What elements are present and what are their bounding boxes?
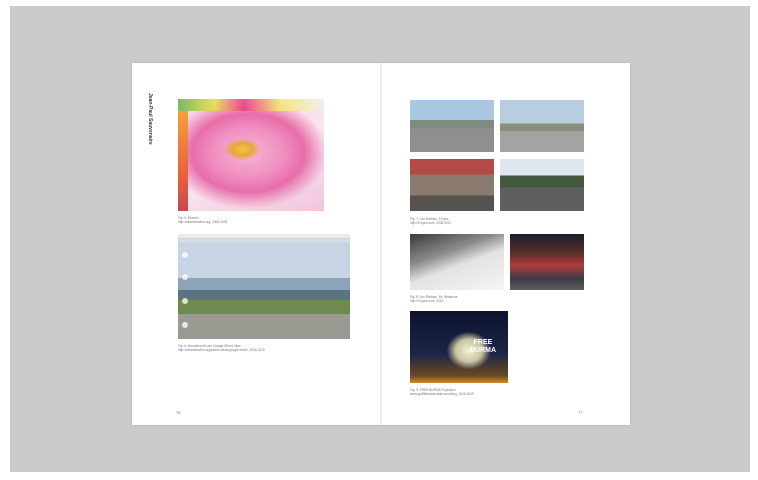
night-projection-photo: FREE BURMA xyxy=(410,311,508,383)
caption-line: http://9-eyes.com, 2010 xyxy=(410,299,444,303)
zoom-control-icon xyxy=(182,274,188,280)
zoom-control-icon xyxy=(182,322,188,328)
book-spread: Jean-Paul Sauvenaire Fig. 5: Blumen http… xyxy=(132,63,630,425)
caption-line: http://streetviewfun.org/street-views/go… xyxy=(178,348,265,352)
projection-text: FREE BURMA xyxy=(469,339,497,354)
running-head: Jean-Paul Sauvenaire xyxy=(147,93,153,145)
figure-caption: Fig. 5: Blumen http://streetviewfun.org,… xyxy=(178,216,227,224)
browser-toolbar xyxy=(178,234,350,239)
street-view-photo xyxy=(500,100,584,152)
figure-caption: Fig. 6: Mounteverdi.com Google Street Vi… xyxy=(178,344,265,352)
caption-line: www.graffitiresearchlab.com/blog, 2008-2… xyxy=(410,392,474,396)
street-view-screenshot xyxy=(178,234,350,339)
figure-caption: Fig. 9: FREE BURMA Projection www.graffi… xyxy=(410,388,474,396)
viewer-background: Jean-Paul Sauvenaire Fig. 5: Blumen http… xyxy=(10,6,750,472)
page-gutter xyxy=(380,63,382,425)
zoom-control-icon xyxy=(182,298,188,304)
caption-line: http://streetviewfun.org, 2008-2009 xyxy=(178,220,228,224)
page-number: 77 xyxy=(578,410,583,415)
street-view-photo xyxy=(500,159,584,211)
zoom-control-icon xyxy=(182,252,188,258)
street-view-photo xyxy=(410,100,494,152)
figure-caption: Fig. 7: Jon Rafman, 9 Eyes http://9-eyes… xyxy=(410,217,451,225)
page-number: 76 xyxy=(176,410,181,415)
camera-photo xyxy=(410,234,504,290)
flower-photo xyxy=(178,99,324,211)
street-view-photo xyxy=(410,159,494,211)
city-square-photo xyxy=(510,234,584,290)
figure-caption: Fig. 8: Jon Rafman, Mr. Whitmore http://… xyxy=(410,295,458,303)
caption-line: http://9-eyes.com, 2008-2011 xyxy=(410,221,452,225)
